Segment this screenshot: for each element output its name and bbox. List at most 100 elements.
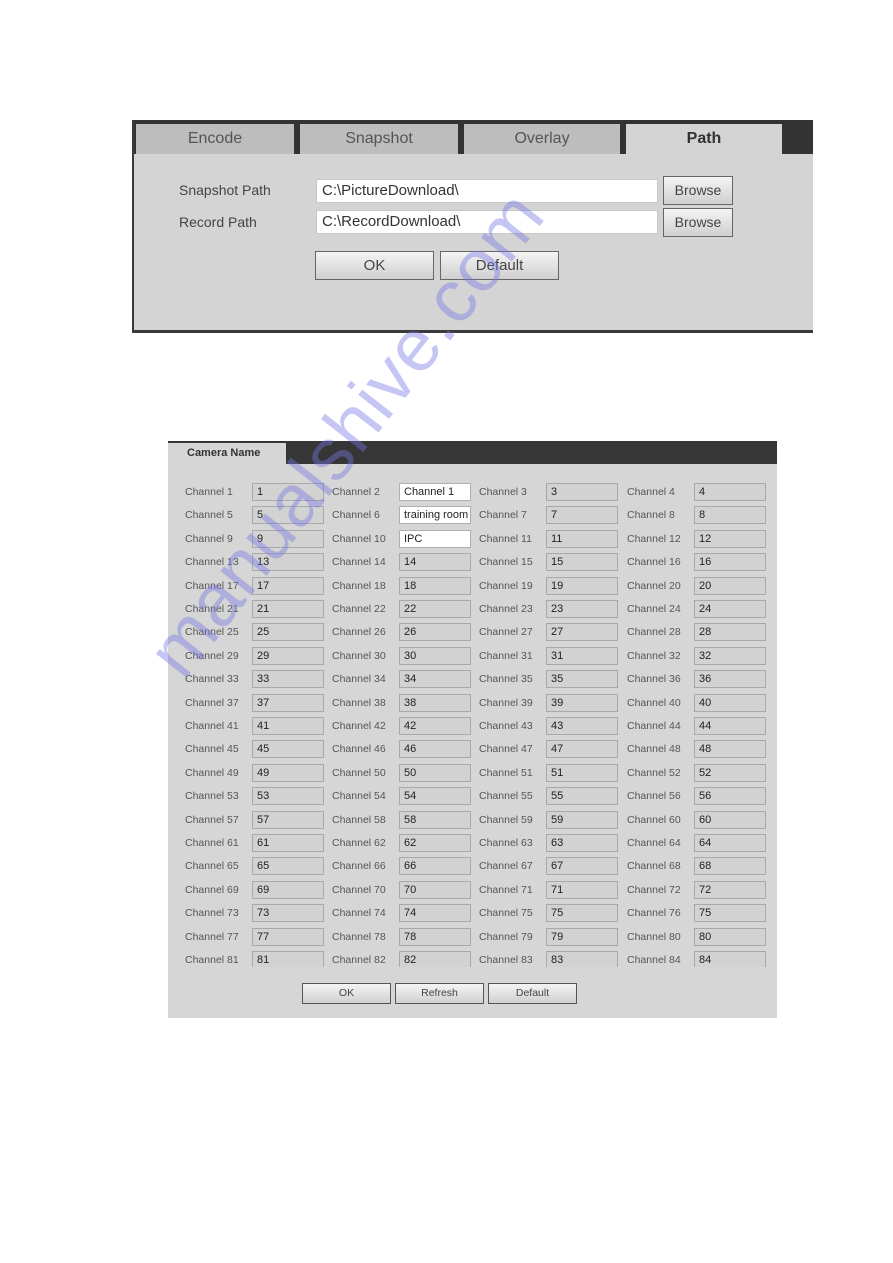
channel-name-input[interactable]: 75 <box>546 904 618 923</box>
channel-name-input[interactable]: 57 <box>252 810 324 829</box>
channel-name-input[interactable]: 29 <box>252 646 324 665</box>
channel-name-input[interactable]: 30 <box>399 646 471 665</box>
channel-name-input[interactable]: 73 <box>252 904 324 923</box>
channel-name-input[interactable]: 60 <box>694 810 766 829</box>
channel-name-input[interactable]: 24 <box>694 600 766 618</box>
channel-name-input[interactable]: 20 <box>694 576 766 595</box>
channel-name-input[interactable]: 12 <box>694 529 766 548</box>
channel-name-input[interactable]: 16 <box>694 553 766 572</box>
channel-name-input[interactable]: 72 <box>694 880 766 899</box>
tab-camera-name[interactable]: Camera Name <box>168 443 286 464</box>
channel-name-input[interactable]: 51 <box>546 763 618 782</box>
channel-name-input[interactable]: 71 <box>546 880 618 899</box>
channel-name-input[interactable]: 42 <box>399 717 471 735</box>
channel-row: Channel 21 21 <box>185 600 327 618</box>
channel-name-input[interactable]: 44 <box>694 717 766 735</box>
channel-name-input[interactable]: 38 <box>399 693 471 712</box>
channel-name-input[interactable]: 5 <box>252 506 324 525</box>
channel-name-input[interactable]: 70 <box>399 880 471 899</box>
channel-name-input[interactable]: 11 <box>546 529 618 548</box>
channel-name-input[interactable]: 28 <box>694 623 766 642</box>
channel-name-input[interactable]: 47 <box>546 740 618 759</box>
channel-name-input[interactable]: 53 <box>252 787 324 806</box>
channel-name-input[interactable]: 61 <box>252 834 324 852</box>
channel-name-input[interactable]: 1 <box>252 483 324 501</box>
channel-name-input[interactable]: 18 <box>399 576 471 595</box>
ok-button[interactable]: OK <box>315 251 434 280</box>
channel-name-input[interactable]: 17 <box>252 576 324 595</box>
channel-name-input[interactable]: 80 <box>694 927 766 946</box>
channel-name-input[interactable]: 69 <box>252 880 324 899</box>
channel-name-input[interactable]: 32 <box>694 646 766 665</box>
channel-name-input[interactable]: 34 <box>399 670 471 689</box>
channel-name-input[interactable]: 64 <box>694 834 766 852</box>
channel-name-input[interactable]: 78 <box>399 927 471 946</box>
channel-name-input[interactable]: Channel 1 <box>399 483 471 501</box>
channel-name-input[interactable]: 14 <box>399 553 471 572</box>
channel-name-input[interactable]: 15 <box>546 553 618 572</box>
channel-name-input[interactable]: 68 <box>694 857 766 876</box>
channel-name-input[interactable]: 83 <box>546 951 618 967</box>
tab-encode[interactable]: Encode <box>136 124 294 154</box>
channel-name-input[interactable]: 65 <box>252 857 324 876</box>
channel-name-input[interactable]: 54 <box>399 787 471 806</box>
channel-name-input[interactable]: 59 <box>546 810 618 829</box>
channel-name-input[interactable]: 19 <box>546 576 618 595</box>
channel-name-input[interactable]: 46 <box>399 740 471 759</box>
channel-name-input[interactable]: 4 <box>694 483 766 501</box>
channel-name-input[interactable]: 74 <box>399 904 471 923</box>
channel-name-input[interactable]: 56 <box>694 787 766 806</box>
channel-name-input[interactable]: 63 <box>546 834 618 852</box>
channel-name-input[interactable]: 26 <box>399 623 471 642</box>
channel-name-input[interactable]: 36 <box>694 670 766 689</box>
channel-name-input[interactable]: 23 <box>546 600 618 618</box>
channel-name-input[interactable]: 52 <box>694 763 766 782</box>
snapshot-browse-button[interactable]: Browse <box>663 176 733 205</box>
default-button[interactable]: Default <box>440 251 559 280</box>
channel-name-input[interactable]: 62 <box>399 834 471 852</box>
channel-name-input[interactable]: 8 <box>694 506 766 525</box>
tab-overlay[interactable]: Overlay <box>464 124 620 154</box>
tab-path[interactable]: Path <box>626 124 782 154</box>
channel-name-input[interactable]: 33 <box>252 670 324 689</box>
channel-name-input[interactable]: 22 <box>399 600 471 618</box>
channel-name-input[interactable]: 27 <box>546 623 618 642</box>
channel-name-input[interactable]: 40 <box>694 693 766 712</box>
channel-name-input[interactable]: training room <box>399 506 471 525</box>
channel-name-input[interactable]: 55 <box>546 787 618 806</box>
camera-default-button[interactable]: Default <box>488 983 577 1004</box>
channel-name-input[interactable]: 3 <box>546 483 618 501</box>
channel-name-input[interactable]: 43 <box>546 717 618 735</box>
channel-name-input[interactable]: 75 <box>694 904 766 923</box>
channel-name-input[interactable]: 81 <box>252 951 324 967</box>
channel-name-input[interactable]: 84 <box>694 951 766 967</box>
record-browse-button[interactable]: Browse <box>663 208 733 237</box>
channel-row: Channel 12 12 <box>627 529 769 548</box>
channel-name-input[interactable]: 39 <box>546 693 618 712</box>
snapshot-path-input[interactable]: C:\PictureDownload\ <box>316 179 658 203</box>
channel-name-input[interactable]: 48 <box>694 740 766 759</box>
channel-name-input[interactable]: 77 <box>252 927 324 946</box>
channel-name-input[interactable]: 31 <box>546 646 618 665</box>
channel-name-input[interactable]: 25 <box>252 623 324 642</box>
channel-name-input[interactable]: 79 <box>546 927 618 946</box>
channel-name-input[interactable]: 41 <box>252 717 324 735</box>
channel-name-input[interactable]: 9 <box>252 529 324 548</box>
channel-name-input[interactable]: 50 <box>399 763 471 782</box>
channel-name-input[interactable]: 37 <box>252 693 324 712</box>
channel-name-input[interactable]: 82 <box>399 951 471 967</box>
record-path-input[interactable]: C:\RecordDownload\ <box>316 210 658 234</box>
camera-ok-button[interactable]: OK <box>302 983 391 1004</box>
channel-name-input[interactable]: 45 <box>252 740 324 759</box>
channel-name-input[interactable]: 49 <box>252 763 324 782</box>
channel-name-input[interactable]: 67 <box>546 857 618 876</box>
camera-refresh-button[interactable]: Refresh <box>395 983 484 1004</box>
channel-name-input[interactable]: 21 <box>252 600 324 618</box>
tab-snapshot[interactable]: Snapshot <box>300 124 458 154</box>
channel-name-input[interactable]: 7 <box>546 506 618 525</box>
channel-name-input[interactable]: 58 <box>399 810 471 829</box>
channel-name-input[interactable]: IPC <box>399 529 471 548</box>
channel-name-input[interactable]: 35 <box>546 670 618 689</box>
channel-name-input[interactable]: 66 <box>399 857 471 876</box>
channel-name-input[interactable]: 13 <box>252 553 324 572</box>
